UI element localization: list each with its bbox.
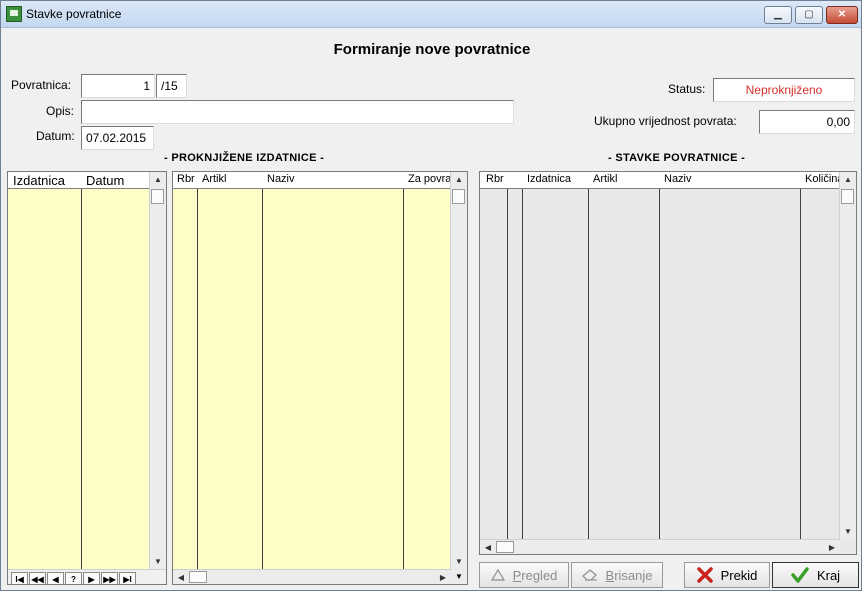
brisanje-label: Brisanje xyxy=(606,568,653,583)
window-title: Stavke povratnice xyxy=(26,7,122,21)
stavke-povratnice-grid-header: Rbr Izdatnica Artikl Naziv Količina xyxy=(480,172,843,189)
column-divider xyxy=(197,172,198,584)
scroll-thumb[interactable] xyxy=(151,189,164,204)
column-divider xyxy=(588,172,589,554)
povratnica-suffix-field[interactable]: /15 xyxy=(156,74,187,98)
checkmark-icon xyxy=(791,567,809,583)
pregled-label-rest: regled xyxy=(521,567,558,583)
proknjizene-izdatnice-title: - PROKNJIŽENE IZDATNICE - xyxy=(164,152,325,164)
povratnica-number-field[interactable]: 1 xyxy=(81,74,155,98)
column-header-artikl[interactable]: Artikl xyxy=(199,173,262,185)
opis-field[interactable] xyxy=(81,100,514,124)
scroll-up-icon[interactable]: ▲ xyxy=(840,173,856,187)
scroll-down-icon[interactable]: ▼ xyxy=(451,569,467,584)
title-bar[interactable]: Stavke povratnice ▁ ▢ ✕ xyxy=(1,1,861,28)
column-header-kolicina[interactable]: Količina xyxy=(802,173,843,185)
scroll-right-icon[interactable]: ▶ xyxy=(436,570,450,584)
minimize-button[interactable]: ▁ xyxy=(764,6,792,24)
scroll-left-icon[interactable]: ◀ xyxy=(174,570,188,584)
maximize-button[interactable]: ▢ xyxy=(795,6,823,24)
column-divider xyxy=(507,172,508,554)
next-record-button[interactable]: ▶ xyxy=(83,572,100,584)
page-title: Formiranje nove povratnice xyxy=(333,41,531,58)
triangle-up-icon xyxy=(490,569,505,581)
column-header-izdatnica[interactable]: Izdatnica xyxy=(10,173,81,188)
pregled-mnemonic: P xyxy=(512,567,522,583)
close-button[interactable]: ✕ xyxy=(826,6,858,24)
x-cancel-icon xyxy=(696,567,713,583)
stavke-izdatnice-vertical-scrollbar[interactable]: ▲ ▼ xyxy=(450,172,467,569)
column-header-rbr[interactable]: Rbr xyxy=(174,173,199,185)
last-record-button[interactable]: ▶I xyxy=(119,572,136,584)
status-value: Neproknjiženo xyxy=(713,78,855,102)
first-record-button[interactable]: I◀ xyxy=(11,572,28,584)
scroll-right-icon[interactable]: ▶ xyxy=(825,540,839,554)
stavke-povratnice-grid[interactable]: Rbr Izdatnica Artikl Naziv Količina ▲ ▼ … xyxy=(479,171,857,555)
search-record-button[interactable]: ? xyxy=(65,572,82,584)
brisanje-label-rest: risanje xyxy=(614,567,653,583)
brisanje-button[interactable]: Brisanje xyxy=(571,562,663,588)
scroll-thumb[interactable] xyxy=(452,189,465,204)
app-icon xyxy=(6,6,22,22)
column-divider xyxy=(659,172,660,554)
stavke-povratnice-title: - STAVKE POVRATNICE - xyxy=(608,152,746,164)
kraj-button[interactable]: Kraj xyxy=(772,562,859,588)
column-header-datum[interactable]: Datum xyxy=(83,173,150,188)
eraser-icon xyxy=(581,569,597,581)
datum-field[interactable]: 07.02.2015 xyxy=(81,126,154,150)
next-page-button[interactable]: ▶▶ xyxy=(101,572,118,584)
izdatnice-vertical-scrollbar[interactable]: ▲ ▼ xyxy=(149,172,166,569)
stavke-izdatnice-grid[interactable]: Rbr Artikl Naziv Za povra ▲ ▼ ◀ ▶ ▼ xyxy=(172,171,468,585)
column-header-rbr[interactable]: Rbr xyxy=(483,173,508,185)
scroll-thumb[interactable] xyxy=(189,571,207,583)
stavke-izdatnice-grid-header: Rbr Artikl Naziv Za povra xyxy=(173,172,451,189)
scroll-thumb[interactable] xyxy=(496,541,514,553)
kraj-label: Kraj xyxy=(816,567,841,583)
column-divider xyxy=(800,172,801,554)
pregled-button[interactable]: Pregled xyxy=(479,562,569,588)
scroll-thumb[interactable] xyxy=(841,189,854,204)
column-divider xyxy=(522,172,523,554)
column-divider xyxy=(81,172,82,584)
column-header-naziv[interactable]: Naziv xyxy=(661,173,800,185)
ukupno-label: Ukupno vrijednost povrata: xyxy=(594,114,737,128)
stavke-povratnice-vertical-scrollbar[interactable]: ▲ ▼ xyxy=(839,172,856,539)
status-label: Status: xyxy=(668,82,706,96)
column-divider xyxy=(262,172,263,584)
prekid-button[interactable]: Prekid xyxy=(684,562,770,588)
povratnica-label: Povratnica: xyxy=(11,78,72,92)
column-header-za-povrat[interactable]: Za povra xyxy=(405,173,454,185)
ukupno-field: 0,00 xyxy=(759,110,855,134)
record-navigator: I◀ ◀◀ ◀ ? ▶ ▶▶ ▶I xyxy=(8,569,166,584)
window: Stavke povratnice ▁ ▢ ✕ Formiranje nove … xyxy=(0,0,862,591)
scroll-left-icon[interactable]: ◀ xyxy=(481,540,495,554)
column-header-artikl[interactable]: Artikl xyxy=(590,173,659,185)
column-divider xyxy=(403,172,404,584)
scroll-down-icon[interactable]: ▼ xyxy=(150,555,166,569)
stavke-izdatnice-horizontal-scrollbar[interactable]: ◀ ▶ xyxy=(173,569,451,584)
scroll-down-icon[interactable]: ▼ xyxy=(451,555,467,569)
column-header-naziv[interactable]: Naziv xyxy=(264,173,402,185)
scroll-down-icon[interactable]: ▼ xyxy=(840,525,856,539)
brisanje-mnemonic: B xyxy=(605,567,615,583)
prekid-label: Prekid xyxy=(720,567,758,583)
stavke-povratnice-horizontal-scrollbar[interactable]: ◀ ▶ xyxy=(480,539,840,554)
opis-label: Opis: xyxy=(46,104,75,118)
prev-record-button[interactable]: ◀ xyxy=(47,572,64,584)
datum-label: Datum: xyxy=(36,129,75,143)
scroll-up-icon[interactable]: ▲ xyxy=(150,173,166,187)
prev-page-button[interactable]: ◀◀ xyxy=(29,572,46,584)
izdatnice-grid[interactable]: Izdatnica Datum ▲ ▼ I◀ ◀◀ ◀ ? ▶ ▶▶ ▶I xyxy=(7,171,167,585)
izdatnice-grid-header: Izdatnica Datum xyxy=(8,172,150,189)
pregled-label: Pregled xyxy=(513,568,558,583)
scroll-up-icon[interactable]: ▲ xyxy=(451,173,467,187)
column-header-izdatnica[interactable]: Izdatnica xyxy=(524,173,589,185)
